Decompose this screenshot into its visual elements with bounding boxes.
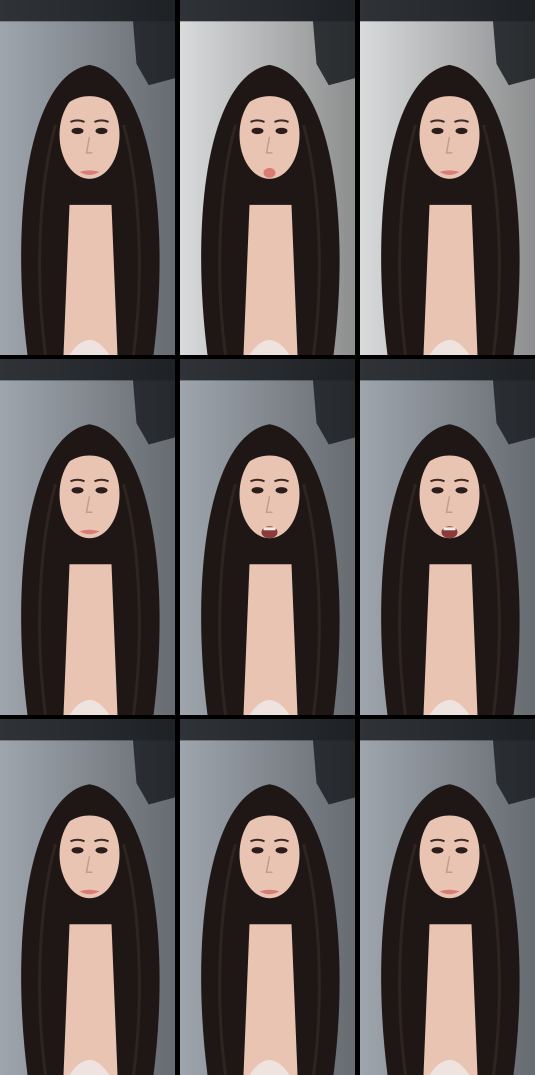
photo-collage-grid (0, 0, 535, 1075)
collage-photo-tile (0, 719, 175, 1075)
portrait-photo (360, 359, 535, 715)
collage-photo-tile (0, 359, 175, 715)
portrait-photo (0, 359, 175, 715)
portrait-photo (0, 0, 175, 355)
portrait-photo (180, 719, 355, 1075)
portrait-photo (360, 0, 535, 355)
collage-photo-tile (0, 0, 175, 355)
collage-photo-tile (360, 0, 535, 355)
collage-photo-tile (360, 359, 535, 715)
portrait-photo (0, 719, 175, 1075)
collage-photo-tile (180, 359, 355, 715)
portrait-photo (180, 359, 355, 715)
portrait-photo (180, 0, 355, 355)
collage-photo-tile (180, 719, 355, 1075)
collage-photo-tile (360, 719, 535, 1075)
collage-photo-tile (180, 0, 355, 355)
portrait-photo (360, 719, 535, 1075)
